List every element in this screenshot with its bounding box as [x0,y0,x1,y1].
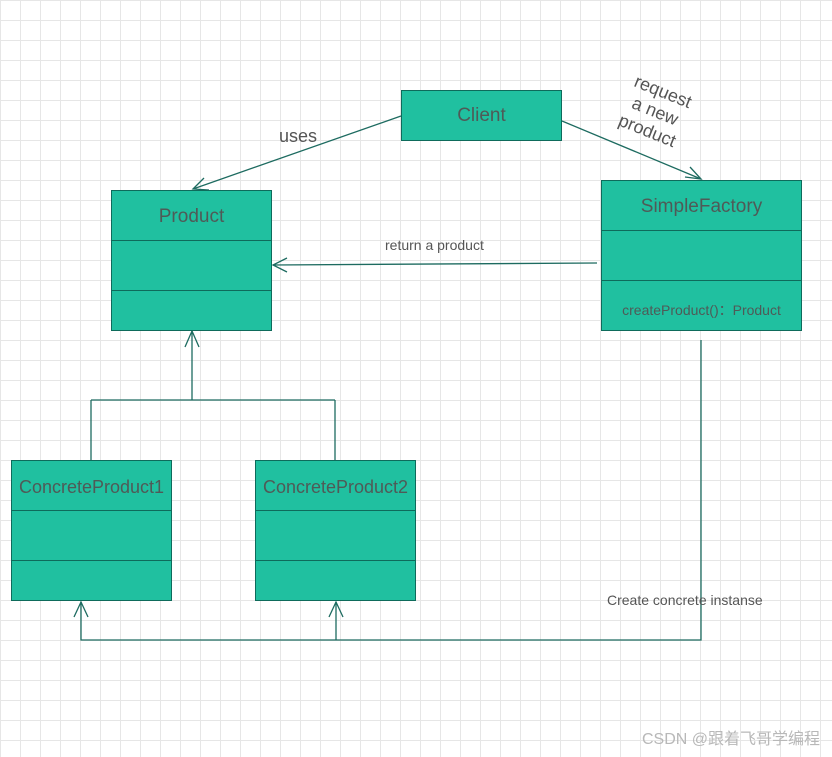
concreteproduct1-attributes [12,510,171,561]
product-methods [112,290,271,291]
client-class[interactable]: Client [401,90,562,141]
simplefactory-class[interactable]: SimpleFactory createProduct()：Product [601,180,802,331]
product-attributes [112,240,271,291]
product-class-name: Product [158,206,225,227]
product-class[interactable]: Product [111,190,272,331]
concreteproduct2-attributes [256,510,415,561]
uml-diagram: Client Product SimpleFactory createProdu… [0,0,832,757]
return-product-label: return a product [385,237,484,253]
concreteproduct2-class[interactable]: ConcreteProduct2 [255,460,416,601]
concreteproduct2-class-name: ConcreteProduct2 [262,477,409,497]
simplefactory-class-name: SimpleFactory [640,196,763,217]
create-instance-label: Create concrete instanse [607,592,763,608]
concreteproduct1-class[interactable]: ConcreteProduct1 [11,460,172,601]
client-class-name: Client [457,105,506,126]
concreteproduct1-methods [12,560,171,561]
uses-label: uses [279,126,318,146]
simplefactory-methods [602,280,801,281]
csdn-watermark: CSDN @跟着飞哥学编程 [641,731,820,748]
create-product-method: createProduct()：Product [622,302,781,318]
concreteproduct1-class-name: ConcreteProduct1 [18,477,165,497]
return-arrow [272,262,598,266]
concreteproduct2-methods [256,560,415,561]
simplefactory-attributes [602,230,801,281]
